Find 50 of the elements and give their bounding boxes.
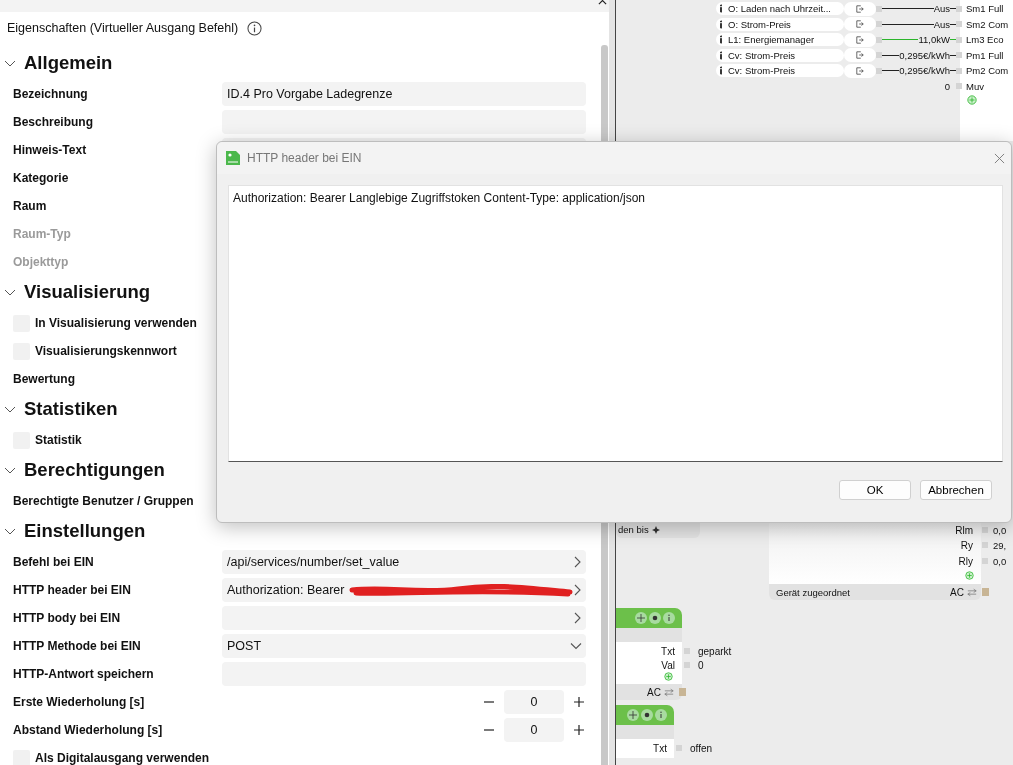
input-name: Pm1 Full (966, 49, 1004, 61)
signal-value: Aus (933, 18, 950, 30)
field-label: Befehl bei EIN (13, 555, 95, 569)
field-label: Hinweis-Text (13, 143, 88, 157)
checkbox-label: Statistik (35, 433, 82, 447)
signal-value: 11,0kW (918, 34, 950, 46)
signal-value: 0 (944, 80, 950, 92)
field-label: Erste Wiederholung [s] (13, 695, 146, 709)
checkbox-label: In Visualisierung verwenden (35, 316, 197, 330)
field-label: HTTP Methode bei EIN (13, 639, 142, 653)
dialog-title: HTTP header bei EIN (247, 151, 363, 165)
output-name: Txt (661, 645, 675, 657)
input-name: Lm3 Eco (966, 34, 1004, 46)
input-name: Muv (966, 80, 984, 92)
output-name: Val (661, 659, 675, 671)
input-name: Sm1 Full (966, 3, 1004, 15)
field-label: Raum (13, 199, 48, 213)
signal-value: 0,295€/kWh (899, 49, 950, 61)
checkbox-label: Visualisierungskennwort (35, 344, 177, 358)
output-name: Rly (958, 555, 973, 567)
output-value: offen (690, 742, 713, 754)
input-name: Pm2 Com (966, 65, 1009, 77)
field-label: Kategorie (13, 171, 70, 185)
input-name: Sm2 Com (966, 18, 1009, 30)
panel-title: Eigenschaften (Virtueller Ausgang Befehl) (7, 21, 239, 35)
field-label: HTTP header bei EIN (13, 583, 132, 597)
field-label: Objekttyp (13, 255, 70, 269)
field-label: Berechtigte Benutzer / Gruppen (13, 494, 195, 508)
signal-value: Aus (933, 3, 950, 15)
output-value: 0,0 (993, 524, 1007, 536)
output-value: 29, (993, 540, 1007, 551)
output-name: Txt (653, 742, 667, 754)
field-label: HTTP body bei EIN (13, 611, 122, 625)
output-value: 0,0 (993, 555, 1007, 567)
output-name: Ry (960, 540, 973, 552)
field-label: Raum-Typ (13, 227, 72, 241)
port-label: AC (950, 586, 964, 598)
output-value: 0 (698, 659, 704, 671)
node-status: Gerät zugeordnet (776, 586, 851, 598)
port-label: AC (647, 686, 661, 698)
field-label: Bewertung (13, 372, 76, 386)
output-value: geparkt (698, 645, 732, 657)
signal-value: 0,295€/kWh (899, 65, 950, 77)
node-label: den bis (618, 524, 649, 535)
checkbox-label: Als Digitalausgang verwenden (35, 751, 210, 765)
field-label: HTTP-Antwort speichern (13, 667, 155, 681)
field-label: Beschreibung (13, 115, 94, 129)
field-label: Bezeichnung (13, 87, 89, 101)
output-name: Rlm (955, 524, 973, 536)
field-label: Abstand Wiederholung [s] (13, 723, 164, 737)
